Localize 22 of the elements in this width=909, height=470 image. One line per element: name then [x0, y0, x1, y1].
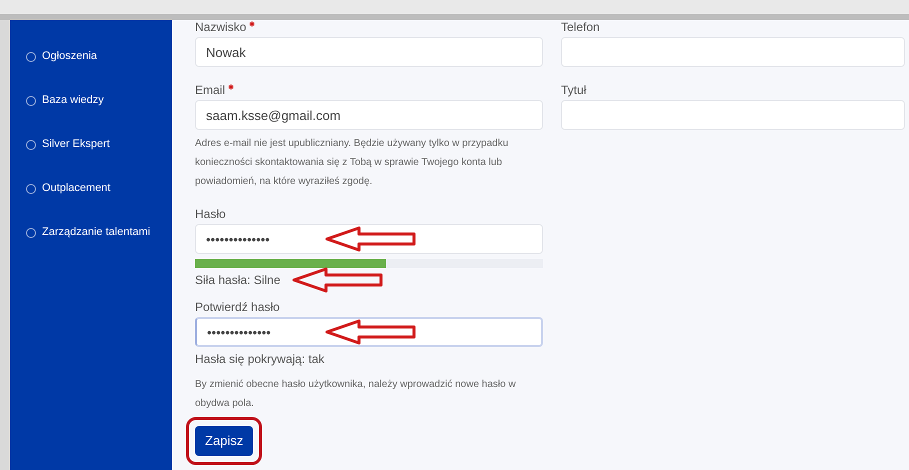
field-label: Hasło: [195, 207, 226, 221]
sidebar-item[interactable]: Outplacement: [10, 180, 172, 197]
input-field[interactable]: Nowak: [195, 37, 543, 67]
field-label: Tytuł: [561, 83, 586, 97]
field-label: Potwierdź hasło: [195, 300, 280, 314]
sidebar-item[interactable]: Baza wiedzy: [10, 92, 172, 109]
save-button[interactable]: Zapisz: [195, 426, 254, 456]
input-field[interactable]: [561, 37, 905, 67]
field-label: Email: [195, 83, 226, 97]
input-field[interactable]: [561, 100, 905, 130]
field-label: Nazwisko: [195, 20, 246, 34]
status-text: Siła hasła: Silne: [195, 272, 280, 289]
help-text: By zmienić obecne hasło użytkownika, należy wprowadzić nowe hasło w obydwa pola.: [195, 378, 517, 411]
field-label: Telefon: [561, 20, 600, 34]
sidebar-item[interactable]: Zarządzanie talentami: [10, 224, 172, 241]
input-field[interactable]: saam.ksse@gmail.com: [195, 100, 543, 130]
input-field[interactable]: ••••••••••••••: [195, 317, 543, 347]
help-text: Adres e-mail nie jest upubliczniany. Będzie używany tylko w przypadku konieczności skontaktowania się z Tobą w sprawie Twojego konta lub powiadomień, na które wyraziłeś zgodę.: [195, 137, 510, 189]
input-field[interactable]: ••••••••••••••: [195, 224, 543, 254]
sidebar-item[interactable]: Ogłoszenia: [10, 48, 172, 65]
status-text: Hasła się pokrywają: tak: [195, 351, 324, 368]
sidebar-item[interactable]: Silver Ekspert: [10, 136, 172, 153]
